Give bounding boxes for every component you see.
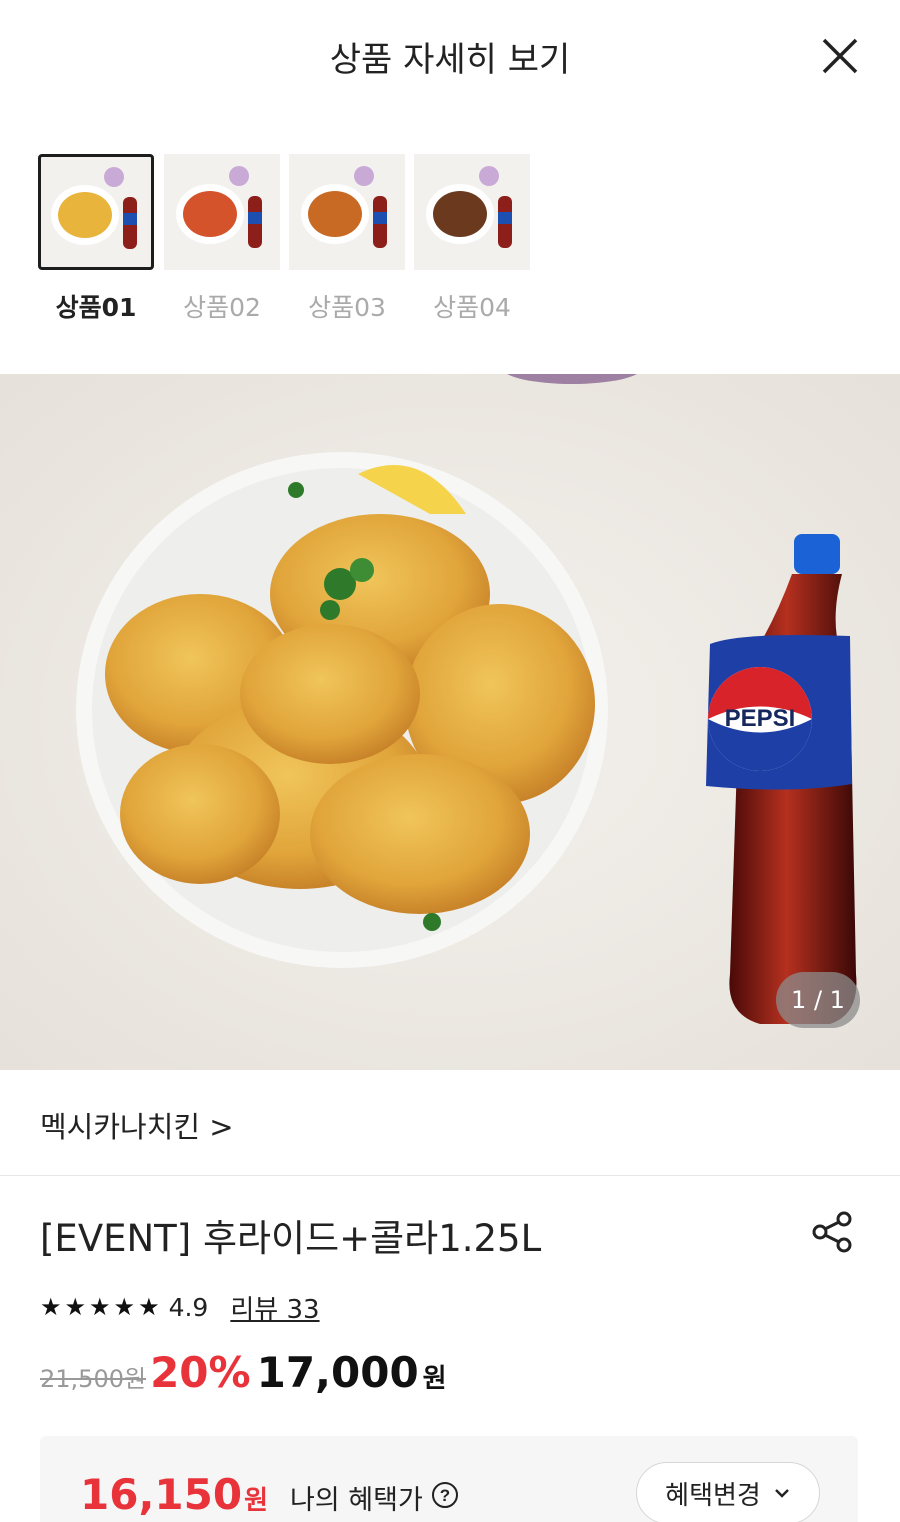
product-thumb-image xyxy=(38,154,154,270)
original-price: 21,500원 xyxy=(40,1365,147,1393)
thumb-label: 상품03 xyxy=(308,293,386,322)
sale-price-unit: 원 xyxy=(422,1364,447,1394)
header: 상품 자세히 보기 xyxy=(0,0,900,115)
star-rating: ★ ★ ★ ★ ★ xyxy=(40,1295,163,1319)
pepsi-logo-text: PEPSI xyxy=(725,705,796,732)
brand-link[interactable]: 멕시카나치킨 > xyxy=(40,1104,234,1146)
product-thumb-image xyxy=(289,154,405,270)
product-thumb-image xyxy=(414,154,530,270)
image-counter: 1 / 1 xyxy=(776,972,860,1028)
benefit-price-row: 16,150 원 나의 혜택가 ? xyxy=(80,1470,459,1519)
star-icon: ★ xyxy=(113,1293,136,1321)
sale-price: 17,000 xyxy=(256,1348,419,1397)
product-thumb-image xyxy=(164,154,280,270)
help-icon[interactable]: ? xyxy=(431,1481,459,1509)
product-thumb-01[interactable]: 상품01 xyxy=(38,154,154,324)
price-row: 21,500원 20% 17,000 원 xyxy=(40,1348,447,1408)
rating-row: ★ ★ ★ ★ ★ 4.9 리뷰 33 xyxy=(40,1289,320,1326)
star-icon: ★ xyxy=(64,1293,87,1321)
benefit-label: 나의 혜택가 xyxy=(290,1485,423,1516)
benefit-price: 16,150 xyxy=(80,1470,243,1519)
brand-row: 멕시카나치킨 > xyxy=(0,1070,900,1176)
chevron-down-icon xyxy=(774,1489,789,1498)
product-thumb-02[interactable]: 상품02 xyxy=(164,154,280,324)
thumb-label: 상품04 xyxy=(433,293,511,322)
product-main-image: PEPSI xyxy=(0,374,900,1070)
star-icon: ★ xyxy=(89,1293,111,1321)
rating-value: 4.9 xyxy=(168,1292,209,1322)
star-icon: ★ xyxy=(40,1293,62,1321)
thumb-label: 상품01 xyxy=(55,293,137,322)
thumb-label: 상품02 xyxy=(183,293,261,322)
product-thumb-04[interactable]: 상품04 xyxy=(414,154,530,324)
star-icon: ★ xyxy=(138,1293,160,1321)
share-icon xyxy=(812,1211,852,1253)
discount-rate: 20% xyxy=(150,1348,251,1397)
benefit-price-unit: 원 xyxy=(244,1486,268,1516)
product-title: [EVENT] 후라이드+콜라1.25L xyxy=(40,1217,542,1260)
share-button[interactable] xyxy=(810,1210,854,1254)
svg-text:?: ? xyxy=(440,1486,450,1505)
page-title: 상품 자세히 보기 xyxy=(329,40,571,80)
product-thumb-03[interactable]: 상품03 xyxy=(289,154,405,324)
close-icon xyxy=(822,38,858,74)
product-title-row: [EVENT] 후라이드+콜라1.25L xyxy=(40,1208,860,1260)
benefit-box: 16,150 원 나의 혜택가 ? 혜택변경 xyxy=(40,1436,858,1522)
close-button[interactable] xyxy=(820,36,860,76)
benefit-change-button[interactable]: 혜택변경 xyxy=(636,1462,820,1522)
review-link[interactable]: 리뷰 33 xyxy=(230,1289,319,1326)
benefit-change-label: 혜택변경 xyxy=(665,1480,761,1511)
